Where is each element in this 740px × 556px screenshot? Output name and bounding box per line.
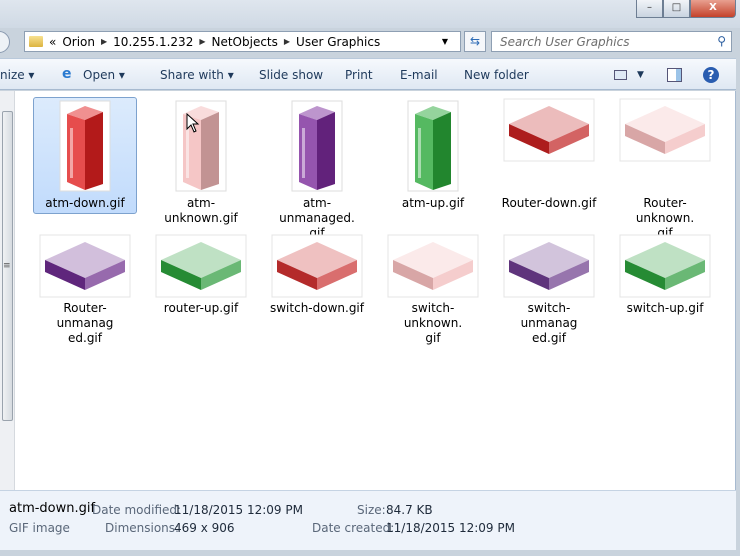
device-thumbnail-icon	[503, 98, 595, 162]
chevron-right-icon[interactable]: ▶	[284, 37, 290, 46]
file-item[interactable]: atm-unmanaged. gif	[265, 97, 369, 244]
date-created-label: Date created:	[312, 521, 395, 535]
chevron-right-icon[interactable]: ▶	[101, 37, 107, 46]
vertical-scrollbar[interactable]: ≡	[0, 91, 15, 490]
view-icon[interactable]	[614, 70, 627, 80]
organize-button[interactable]: nize ▾	[0, 68, 34, 82]
file-name: switch-unknown. gif	[403, 301, 463, 345]
file-name: atm-unknown.gif	[164, 196, 238, 225]
file-name: switch-down.gif	[269, 301, 364, 315]
file-item[interactable]: router-up.gif	[149, 230, 253, 319]
open-label: Open	[83, 68, 116, 82]
file-item[interactable]: switch-unmanag ed.gif	[497, 230, 601, 349]
help-icon[interactable]: ?	[703, 67, 719, 83]
share-with-button[interactable]: Share with ▾	[160, 68, 234, 82]
breadcrumb-overflow[interactable]: «	[49, 35, 56, 49]
size-value: 84.7 KB	[386, 503, 433, 517]
refresh-button[interactable]: ⇆	[464, 31, 486, 52]
chevron-right-icon[interactable]: ▶	[199, 37, 205, 46]
file-item[interactable]: Router-down.gif	[497, 97, 601, 214]
search-icon[interactable]: ⚲	[717, 34, 726, 48]
open-button[interactable]: Open ▾	[83, 68, 125, 82]
file-list: ≡ atm-down.gif atm-unknown.gif atm-unman…	[0, 91, 736, 490]
device-thumbnail-icon	[271, 234, 363, 298]
email-button[interactable]: E-mail	[400, 68, 438, 82]
chevron-down-icon[interactable]: ▼	[442, 37, 448, 46]
device-thumbnail-icon	[387, 234, 479, 298]
file-item[interactable]: switch-up.gif	[613, 230, 717, 319]
atm-thumbnail-icon	[59, 100, 111, 192]
toolbar: nize ▾ e Open ▾ Share with ▾ Slide show …	[0, 58, 736, 90]
file-name: router-up.gif	[163, 301, 239, 315]
file-item[interactable]: atm-unknown.gif	[149, 97, 253, 229]
dimensions-value: 469 x 906	[174, 521, 235, 535]
slide-show-button[interactable]: Slide show	[259, 68, 323, 82]
atm-thumbnail-icon	[175, 100, 227, 192]
file-name: Router-unmanag ed.gif	[56, 301, 114, 345]
device-thumbnail-icon	[503, 234, 595, 298]
file-item[interactable]: atm-down.gif	[33, 97, 137, 214]
file-name: switch-unmanag ed.gif	[520, 301, 578, 345]
file-name: switch-up.gif	[626, 301, 704, 315]
breadcrumb-user-graphics[interactable]: User Graphics	[296, 35, 380, 49]
folder-icon	[29, 36, 43, 47]
details-pane: atm-down.gif Date modified: 11/18/2015 1…	[0, 490, 736, 550]
title-bar: – □ X	[0, 0, 740, 28]
mouse-cursor-icon	[186, 113, 200, 133]
preview-pane-icon[interactable]	[667, 68, 682, 82]
device-thumbnail-icon	[619, 234, 711, 298]
atm-thumbnail-icon	[407, 100, 459, 192]
breadcrumb-netobjects[interactable]: NetObjects	[211, 35, 277, 49]
file-item[interactable]: Router-unknown. gif	[613, 97, 717, 244]
address-row: « Orion ▶ 10.255.1.232 ▶ NetObjects ▶ User …	[0, 28, 740, 55]
breadcrumb-ip[interactable]: 10.255.1.232	[113, 35, 193, 49]
chevron-down-icon[interactable]: ▼	[637, 70, 644, 80]
file-item[interactable]: switch-down.gif	[265, 230, 369, 319]
back-button[interactable]	[0, 31, 10, 53]
file-type: GIF image	[9, 521, 70, 535]
file-item[interactable]: atm-up.gif	[381, 97, 485, 214]
minimize-button[interactable]: –	[636, 0, 663, 18]
maximize-button[interactable]: □	[663, 0, 690, 18]
file-name: atm-up.gif	[401, 196, 465, 210]
atm-thumbnail-icon	[291, 100, 343, 192]
selected-file-name: atm-down.gif	[9, 501, 96, 516]
grip-icon: ≡	[3, 261, 11, 271]
file-name: Router-down.gif	[501, 196, 597, 210]
ie-icon: e	[62, 66, 72, 82]
date-modified-label: Date modified:	[92, 503, 182, 517]
device-thumbnail-icon	[155, 234, 247, 298]
file-item[interactable]: Router-unmanag ed.gif	[33, 230, 137, 349]
device-thumbnail-icon	[619, 98, 711, 162]
print-button[interactable]: Print	[345, 68, 373, 82]
breadcrumb-orion[interactable]: Orion	[62, 35, 95, 49]
dimensions-label: Dimensions:	[105, 521, 180, 535]
new-folder-button[interactable]: New folder	[464, 68, 529, 82]
file-item[interactable]: switch-unknown. gif	[381, 230, 485, 349]
file-name: atm-down.gif	[45, 196, 125, 210]
size-label: Size:	[357, 503, 386, 517]
close-button[interactable]: X	[690, 0, 736, 18]
search-input[interactable]: Search User Graphics ⚲	[491, 31, 732, 52]
search-placeholder: Search User Graphics	[500, 35, 630, 49]
date-created-value: 11/18/2015 12:09 PM	[386, 521, 515, 535]
date-modified-value: 11/18/2015 12:09 PM	[174, 503, 303, 517]
address-bar[interactable]: « Orion ▶ 10.255.1.232 ▶ NetObjects ▶ User …	[24, 31, 461, 52]
device-thumbnail-icon	[39, 234, 131, 298]
